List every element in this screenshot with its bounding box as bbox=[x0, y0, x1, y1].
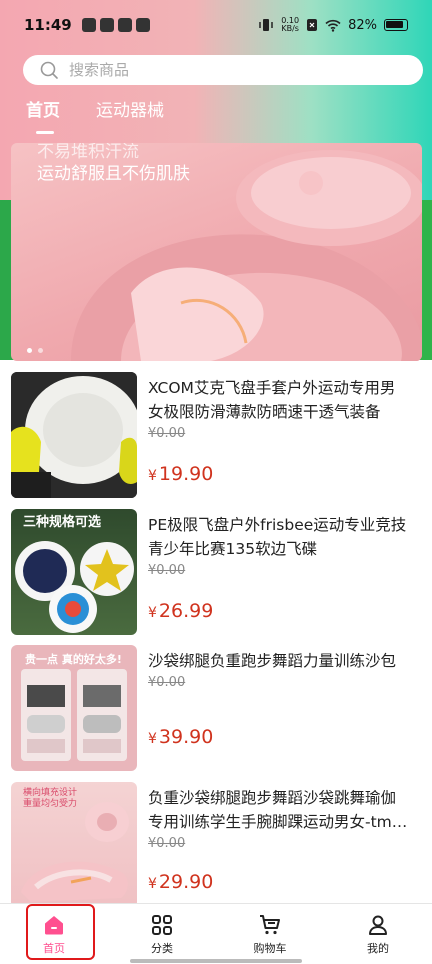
product-card[interactable]: 贵一点 真的好太多! 沙袋绑腿负重跑步舞蹈力量训练沙包 ¥0.00 ¥39.90 bbox=[11, 645, 421, 771]
cart-icon bbox=[260, 914, 280, 934]
notification-app-icon bbox=[135, 18, 150, 32]
sale-price: ¥29.90 bbox=[148, 871, 410, 893]
product-image bbox=[11, 372, 137, 498]
product-title: XCOM艾克飞盘手套户外运动专用男女极限防滑薄款防晒速干透气装备 bbox=[148, 379, 396, 421]
wifi-icon bbox=[325, 19, 341, 32]
battery-percent: 82% bbox=[348, 17, 377, 33]
nav-home[interactable]: 首页 bbox=[0, 904, 108, 964]
price-value: 19.90 bbox=[158, 463, 214, 485]
notification-app-icon bbox=[81, 18, 96, 32]
product-card[interactable]: 横向填充设计 重量均匀受力 负重沙袋绑腿跑步舞蹈沙袋跳舞瑜伽专用训练学生手腕脚踝… bbox=[11, 782, 421, 908]
product-image: 三种规格可选 bbox=[11, 509, 137, 635]
pagination-dot[interactable] bbox=[27, 348, 32, 353]
nav-label: 我的 bbox=[367, 941, 389, 955]
currency-symbol: ¥ bbox=[148, 605, 157, 621]
frisbee-glove-image bbox=[11, 372, 137, 498]
notification-app-icon bbox=[99, 18, 114, 32]
search-icon bbox=[40, 61, 58, 79]
original-price: ¥0.00 bbox=[148, 426, 186, 441]
product-image: 贵一点 真的好太多! bbox=[11, 645, 137, 771]
network-speed: 0.10 KB/s bbox=[281, 17, 299, 33]
original-price: ¥0.00 bbox=[148, 675, 186, 690]
nav-cart[interactable]: 购物车 bbox=[216, 904, 324, 964]
vibrate-icon bbox=[259, 19, 274, 31]
pagination-dot[interactable] bbox=[38, 348, 43, 353]
status-right: 0.10 KB/s 82% bbox=[258, 17, 408, 33]
currency-symbol: ¥ bbox=[148, 876, 157, 892]
original-price: ¥0.00 bbox=[148, 836, 186, 851]
sale-price: ¥39.90 bbox=[148, 726, 410, 748]
nav-category[interactable]: 分类 bbox=[108, 904, 216, 964]
nav-label: 分类 bbox=[151, 941, 173, 955]
sandbag-comparison-image bbox=[21, 669, 127, 761]
search-input[interactable] bbox=[69, 61, 369, 79]
product-card[interactable]: 三种规格可选 PE极限飞盘户外frisbee运动专业竞技青少年比赛135软边飞碟… bbox=[11, 509, 421, 635]
product-title: 沙袋绑腿负重跑步舞蹈力量训练沙包 bbox=[148, 652, 397, 670]
price-value: 26.99 bbox=[158, 600, 214, 622]
home-indicator bbox=[130, 959, 302, 963]
promo-banner[interactable]: 不易堆积汗流 运动舒服且不伤肌肤 bbox=[11, 143, 422, 361]
product-card[interactable]: XCOM艾克飞盘手套户外运动专用男女极限防滑薄款防晒速干透气装备 ¥0.00 ¥… bbox=[11, 372, 421, 498]
nav-label: 首页 bbox=[43, 941, 65, 955]
grid-icon bbox=[152, 914, 172, 935]
banner-product-image bbox=[71, 150, 422, 361]
user-icon bbox=[369, 915, 387, 935]
frisbee-image bbox=[15, 541, 134, 633]
price-value: 29.90 bbox=[158, 871, 214, 893]
currency-symbol: ¥ bbox=[148, 731, 157, 747]
notification-icons bbox=[81, 18, 150, 32]
home-icon bbox=[45, 915, 63, 934]
original-price: ¥0.00 bbox=[148, 563, 186, 578]
sale-price: ¥26.99 bbox=[148, 600, 410, 622]
ankle-weight-image bbox=[21, 802, 129, 902]
banner-pagination bbox=[27, 348, 43, 353]
nav-label: 购物车 bbox=[253, 941, 287, 955]
price-value: 39.90 bbox=[158, 726, 214, 748]
product-image: 横向填充设计 重量均匀受力 bbox=[11, 782, 137, 908]
status-time: 11:49 bbox=[24, 16, 72, 34]
tab-sports-equipment[interactable]: 运动器械 bbox=[96, 96, 164, 128]
nav-profile[interactable]: 我的 bbox=[324, 904, 432, 964]
sale-price: ¥19.90 bbox=[148, 463, 410, 485]
bottom-navigation: 首页 分类 购物车 我的 bbox=[0, 903, 432, 964]
product-title: 负重沙袋绑腿跑步舞蹈沙袋跳舞瑜伽专用训练学生手腕脚踝运动男女-tm… bbox=[148, 789, 408, 831]
status-bar: 11:49 0.10 KB/s 82% bbox=[0, 0, 432, 50]
battery-icon bbox=[384, 19, 408, 31]
notification-app-icon bbox=[117, 18, 132, 32]
category-tabs: 首页 运动器械 bbox=[26, 96, 164, 134]
currency-symbol: ¥ bbox=[148, 468, 157, 484]
product-title: PE极限飞盘户外frisbee运动专业竞技青少年比赛135软边飞碟 bbox=[148, 516, 407, 558]
tab-home[interactable]: 首页 bbox=[26, 96, 60, 134]
net-speed-unit: KB/s bbox=[281, 24, 299, 33]
sim-icon bbox=[307, 19, 318, 31]
search-bar[interactable] bbox=[23, 55, 423, 85]
